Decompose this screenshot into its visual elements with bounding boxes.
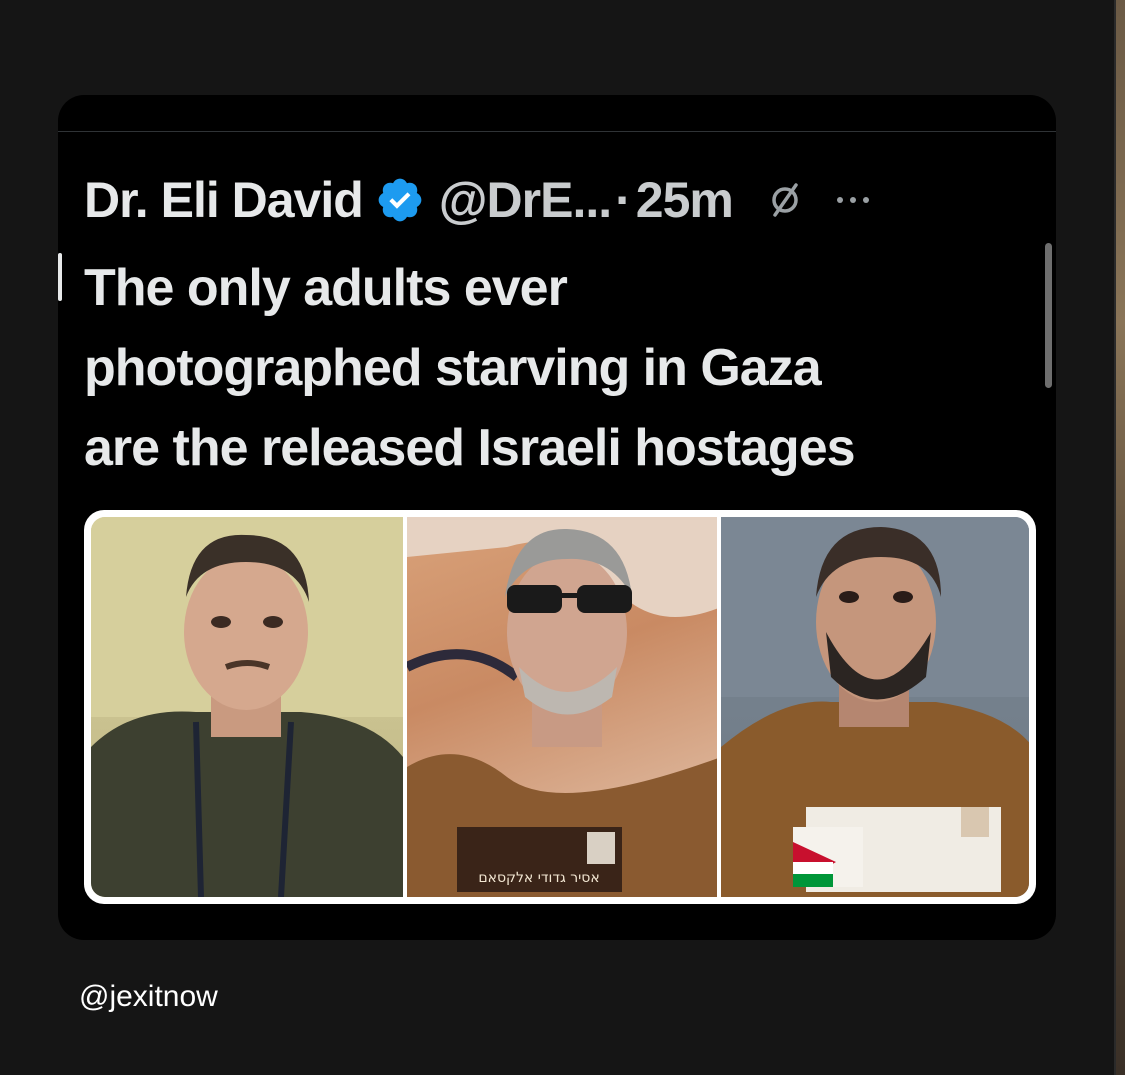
divider xyxy=(58,131,1056,132)
hostage-badge-text: אסיר גדודי אלקסאם xyxy=(478,870,599,886)
more-options-icon[interactable] xyxy=(833,190,873,210)
watermark-handle: @jexitnow xyxy=(79,980,218,1013)
background-strip xyxy=(1116,0,1125,1075)
separator-dot: · xyxy=(615,172,632,228)
photo-panel-2[interactable]: אסיר גדודי אלקסאם xyxy=(403,517,717,897)
photo-panel-3[interactable] xyxy=(717,517,1029,897)
tweet-media[interactable]: אסיר גדודי אלקסאם xyxy=(84,510,1036,904)
author-name[interactable]: Dr. Eli David xyxy=(84,171,364,229)
scrollbar[interactable] xyxy=(1045,243,1052,388)
tweet-card[interactable]: Dr. Eli David @DrE... · 25m The only adu… xyxy=(58,95,1056,940)
grok-icon[interactable] xyxy=(763,178,807,222)
tweet-text-line: photographed starving in Gaza xyxy=(84,339,822,397)
timestamp[interactable]: 25m xyxy=(636,171,734,229)
person-photo-1 xyxy=(91,517,403,897)
tweet-text-line: The only adults ever xyxy=(84,259,568,317)
tweet-text-line: are the released Israeli hostages xyxy=(84,419,856,477)
screenshot-stage: Dr. Eli David @DrE... · 25m The only adu… xyxy=(0,0,1125,1075)
tweet-header: Dr. Eli David @DrE... · 25m xyxy=(84,165,873,235)
verified-badge-icon xyxy=(375,175,425,225)
thread-marker xyxy=(58,253,62,301)
person-photo-3 xyxy=(721,517,1029,897)
author-handle[interactable]: @DrE... xyxy=(439,171,612,229)
photo-panel-1[interactable] xyxy=(91,517,403,897)
tweet-body: The only adults ever photographed starvi… xyxy=(84,248,1044,488)
person-photo-2: אסיר גדודי אלקסאם xyxy=(407,517,717,897)
